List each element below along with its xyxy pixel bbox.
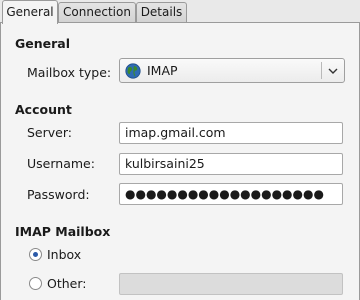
username-input[interactable]: kulbirsaini25: [119, 153, 343, 175]
mailbox-type-value: IMAP: [147, 63, 178, 78]
tab-connection[interactable]: Connection: [58, 2, 136, 22]
section-title-imap-mailbox: IMAP Mailbox: [15, 224, 111, 239]
inbox-label[interactable]: Inbox: [47, 247, 81, 262]
tab-panel-general: General Mailbox type: IMAP Account Serve…: [0, 23, 360, 300]
section-title-account: Account: [15, 102, 72, 117]
chevron-down-icon[interactable]: [327, 65, 339, 77]
tab-details[interactable]: Details: [136, 2, 187, 22]
tab-bar: General Connection Details: [0, 0, 360, 24]
other-label[interactable]: Other:: [47, 276, 86, 291]
mailbox-type-label: Mailbox type:: [27, 65, 112, 80]
server-input[interactable]: imap.gmail.com: [119, 122, 343, 144]
tab-general[interactable]: General: [2, 0, 58, 24]
server-label: Server:: [27, 125, 72, 140]
other-radio[interactable]: [29, 277, 42, 290]
password-label: Password:: [27, 187, 90, 202]
mailbox-type-dropdown[interactable]: IMAP: [119, 58, 345, 83]
globe-icon: [125, 63, 141, 79]
inbox-radio[interactable]: [29, 248, 42, 261]
other-mailbox-input: [119, 273, 343, 295]
dropdown-separator: [321, 62, 322, 79]
section-title-general: General: [15, 36, 70, 51]
username-label: Username:: [27, 156, 95, 171]
password-input[interactable]: ●●●●●●●●●●●●●●●●●●●: [119, 183, 343, 205]
